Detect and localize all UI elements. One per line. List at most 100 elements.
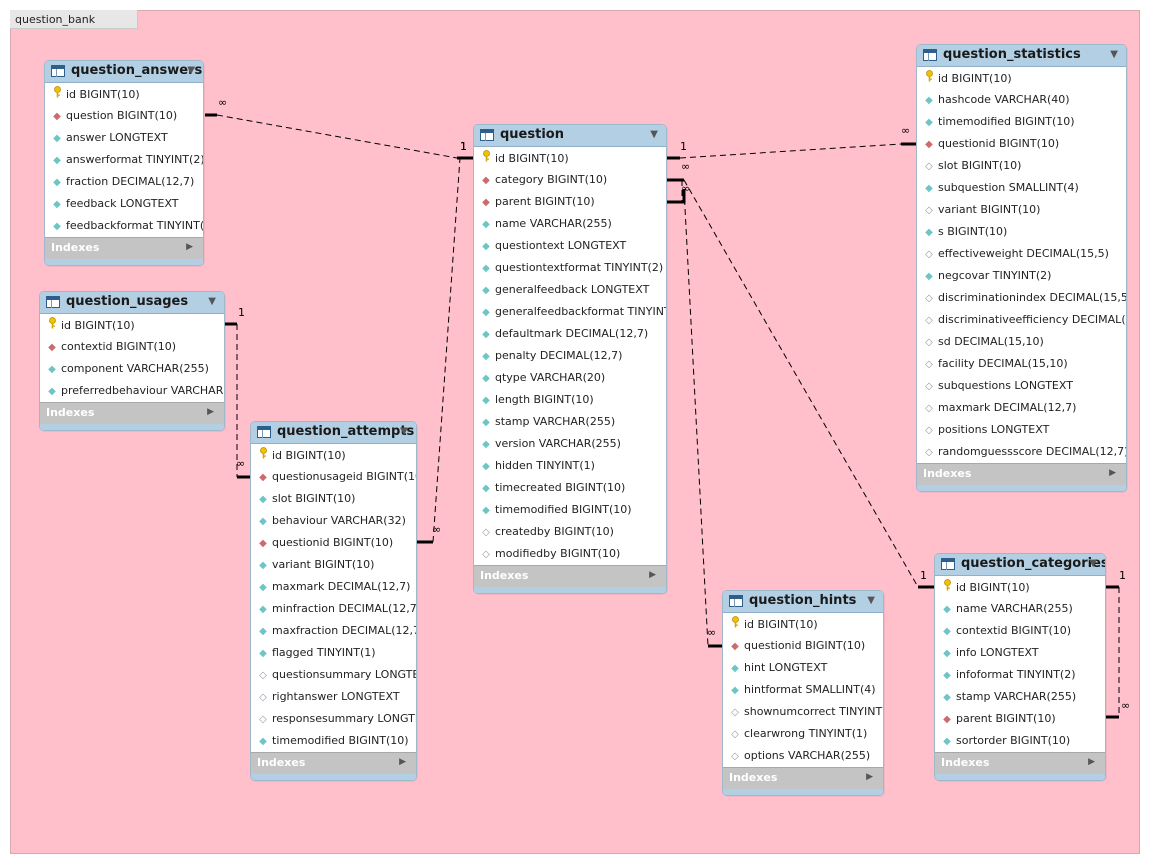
table-header[interactable]: question ▼ <box>474 125 666 147</box>
rel-line-question-statistics[interactable] <box>679 143 902 159</box>
table-question-statistics[interactable]: question_statistics ▼ id BIGINT(10) ◆ hashco… <box>916 44 1127 492</box>
column-row[interactable]: ◇ positions LONGTEXT <box>917 419 1126 441</box>
column-row[interactable]: ◆ questiontext LONGTEXT <box>474 235 666 257</box>
column-row[interactable]: ◇ facility DECIMAL(15,10) <box>917 353 1126 375</box>
column-row[interactable]: ◆ stamp VARCHAR(255) <box>474 411 666 433</box>
collapse-triangle-icon[interactable]: ▼ <box>1089 558 1097 569</box>
collapse-triangle-icon[interactable]: ▼ <box>650 129 658 140</box>
column-row[interactable]: ◆ component VARCHAR(255) <box>40 358 224 380</box>
table-header[interactable]: question_answers ▼ <box>45 61 203 83</box>
column-row[interactable]: ◇ options VARCHAR(255) <box>723 745 883 767</box>
column-row[interactable]: ◆ flagged TINYINT(1) <box>251 642 416 664</box>
collapse-triangle-icon[interactable]: ▼ <box>867 595 875 606</box>
column-row[interactable]: ◇ modifiedby BIGINT(10) <box>474 543 666 565</box>
table-question-hints[interactable]: question_hints ▼ id BIGINT(10) ◆ questionid … <box>722 590 884 796</box>
column-row[interactable]: ◆ questionid BIGINT(10) <box>251 532 416 554</box>
column-row[interactable]: ◆ defaultmark DECIMAL(12,7) <box>474 323 666 345</box>
column-row[interactable]: ◆ answer LONGTEXT <box>45 127 203 149</box>
collapse-triangle-icon[interactable]: ▼ <box>187 65 195 76</box>
column-row[interactable]: ◆ version VARCHAR(255) <box>474 433 666 455</box>
column-row[interactable]: id BIGINT(10) <box>45 83 203 105</box>
expand-triangle-icon[interactable]: ▶ <box>207 407 214 417</box>
rel-line-answers-question[interactable] <box>216 114 458 159</box>
column-row[interactable]: ◆ questionusageid BIGINT(10) <box>251 466 416 488</box>
column-row[interactable]: ◆ slot BIGINT(10) <box>251 488 416 510</box>
expand-triangle-icon[interactable]: ▶ <box>186 242 193 252</box>
column-row[interactable]: ◆ generalfeedback LONGTEXT <box>474 279 666 301</box>
column-row[interactable]: ◆ infoformat TINYINT(2) <box>935 664 1105 686</box>
column-row[interactable]: ◆ timemodified BIGINT(10) <box>474 499 666 521</box>
indexes-section[interactable]: Indexes ▶ <box>45 237 203 259</box>
column-row[interactable]: ◆ info LONGTEXT <box>935 642 1105 664</box>
column-row[interactable]: ◇ responsesummary LONGTEXT <box>251 708 416 730</box>
table-header[interactable]: question_hints ▼ <box>723 591 883 613</box>
column-row[interactable]: ◆ length BIGINT(10) <box>474 389 666 411</box>
column-row[interactable]: ◆ preferredbehaviour VARCHAR(32) <box>40 380 224 402</box>
table-question-categories[interactable]: question_categories ▼ id BIGINT(10) ◆ name V… <box>934 553 1106 781</box>
table-question[interactable]: question ▼ id BIGINT(10) ◆ category BIGINT(1… <box>473 124 667 594</box>
expand-triangle-icon[interactable]: ▶ <box>1088 757 1095 767</box>
column-row[interactable]: ◇ subquestions LONGTEXT <box>917 375 1126 397</box>
column-row[interactable]: ◇ rightanswer LONGTEXT <box>251 686 416 708</box>
column-row[interactable]: ◆ fraction DECIMAL(12,7) <box>45 171 203 193</box>
column-row[interactable]: ◆ hashcode VARCHAR(40) <box>917 89 1126 111</box>
column-row[interactable]: ◆ behaviour VARCHAR(32) <box>251 510 416 532</box>
column-row[interactable]: ◇ clearwrong TINYINT(1) <box>723 723 883 745</box>
column-row[interactable]: ◇ variant BIGINT(10) <box>917 199 1126 221</box>
indexes-section[interactable]: Indexes ▶ <box>474 565 666 587</box>
column-row[interactable]: ◇ effectiveweight DECIMAL(15,5) <box>917 243 1126 265</box>
column-row[interactable]: ◆ minfraction DECIMAL(12,7) <box>251 598 416 620</box>
column-row[interactable]: ◆ maxfraction DECIMAL(12,7) <box>251 620 416 642</box>
column-row[interactable]: ◆ hintformat SMALLINT(4) <box>723 679 883 701</box>
column-row[interactable]: ◇ discriminationindex DECIMAL(15,5) <box>917 287 1126 309</box>
collapse-triangle-icon[interactable]: ▼ <box>208 296 216 307</box>
column-row[interactable]: ◆ negcovar TINYINT(2) <box>917 265 1126 287</box>
column-row[interactable]: ◇ questionsummary LONGTEXT <box>251 664 416 686</box>
rel-line-question-categories[interactable] <box>683 179 919 588</box>
column-row[interactable]: ◆ hint LONGTEXT <box>723 657 883 679</box>
column-row[interactable]: ◆ maxmark DECIMAL(12,7) <box>251 576 416 598</box>
indexes-section[interactable]: Indexes ▶ <box>723 767 883 789</box>
table-header[interactable]: question_usages ▼ <box>40 292 224 314</box>
column-row[interactable]: ◆ timemodified BIGINT(10) <box>917 111 1126 133</box>
column-row[interactable]: ◆ name VARCHAR(255) <box>935 598 1105 620</box>
column-row[interactable]: ◇ discriminativeefficiency DECIMAL(15,5) <box>917 309 1126 331</box>
column-row[interactable]: ◇ shownumcorrect TINYINT(1) <box>723 701 883 723</box>
indexes-section[interactable]: Indexes ▶ <box>251 752 416 774</box>
column-row[interactable]: ◇ randomguessscore DECIMAL(12,7) <box>917 441 1126 463</box>
table-question-usages[interactable]: question_usages ▼ id BIGINT(10) ◆ contextid … <box>39 291 225 431</box>
column-row[interactable]: ◆ feedback LONGTEXT <box>45 193 203 215</box>
column-row[interactable]: ◆ generalfeedbackformat TINYINT(2) <box>474 301 666 323</box>
rel-line-attempts-question[interactable] <box>432 157 461 543</box>
column-row[interactable]: ◇ createdby BIGINT(10) <box>474 521 666 543</box>
column-row[interactable]: ◆ timecreated BIGINT(10) <box>474 477 666 499</box>
table-question-attempts[interactable]: question_attempts ▼ id BIGINT(10) ◆ question… <box>250 421 417 781</box>
column-row[interactable]: ◆ questionid BIGINT(10) <box>917 133 1126 155</box>
indexes-section[interactable]: Indexes ▶ <box>40 402 224 424</box>
column-row[interactable]: ◆ stamp VARCHAR(255) <box>935 686 1105 708</box>
indexes-section[interactable]: Indexes ▶ <box>917 463 1126 485</box>
expand-triangle-icon[interactable]: ▶ <box>649 570 656 580</box>
column-row[interactable]: ◆ variant BIGINT(10) <box>251 554 416 576</box>
table-header[interactable]: question_categories ▼ <box>935 554 1105 576</box>
column-row[interactable]: ◆ contextid BIGINT(10) <box>935 620 1105 642</box>
rel-line-question-hints[interactable] <box>683 188 709 647</box>
column-row[interactable]: ◇ maxmark DECIMAL(12,7) <box>917 397 1126 419</box>
expand-triangle-icon[interactable]: ▶ <box>1109 468 1116 478</box>
column-row[interactable]: ◆ hidden TINYINT(1) <box>474 455 666 477</box>
column-row[interactable]: ◆ timemodified BIGINT(10) <box>251 730 416 752</box>
column-row[interactable]: ◆ s BIGINT(10) <box>917 221 1126 243</box>
column-row[interactable]: ◆ parent BIGINT(10) <box>474 191 666 213</box>
column-row[interactable]: ◆ questionid BIGINT(10) <box>723 635 883 657</box>
column-row[interactable]: id BIGINT(10) <box>723 613 883 635</box>
column-row[interactable]: ◆ subquestion SMALLINT(4) <box>917 177 1126 199</box>
column-row[interactable]: ◆ answerformat TINYINT(2) <box>45 149 203 171</box>
column-row[interactable]: id BIGINT(10) <box>917 67 1126 89</box>
column-row[interactable]: ◆ name VARCHAR(255) <box>474 213 666 235</box>
table-header[interactable]: question_attempts ▼ <box>251 422 416 444</box>
collapse-triangle-icon[interactable]: ▼ <box>400 426 408 437</box>
column-row[interactable]: ◆ parent BIGINT(10) <box>935 708 1105 730</box>
column-row[interactable]: id BIGINT(10) <box>251 444 416 466</box>
indexes-section[interactable]: Indexes ▶ <box>935 752 1105 774</box>
table-question-answers[interactable]: question_answers ▼ id BIGINT(10) ◆ question … <box>44 60 204 266</box>
